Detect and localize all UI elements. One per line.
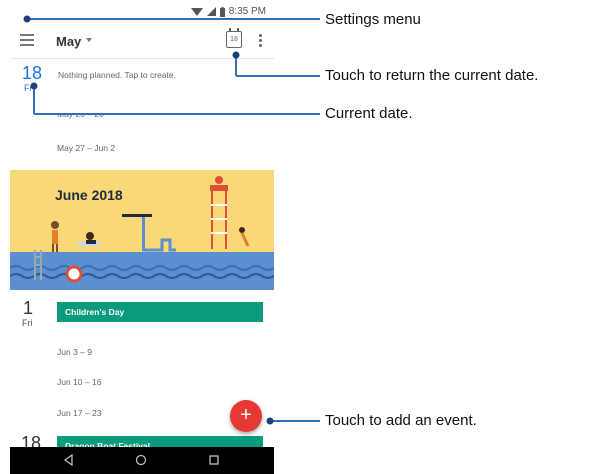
callout-current-date: Current date.	[325, 105, 413, 122]
callout-add-event: Touch to add an event.	[325, 412, 477, 429]
callout-settings-menu: Settings menu	[325, 11, 421, 28]
callout-return-date: Touch to return the current date.	[325, 67, 539, 84]
